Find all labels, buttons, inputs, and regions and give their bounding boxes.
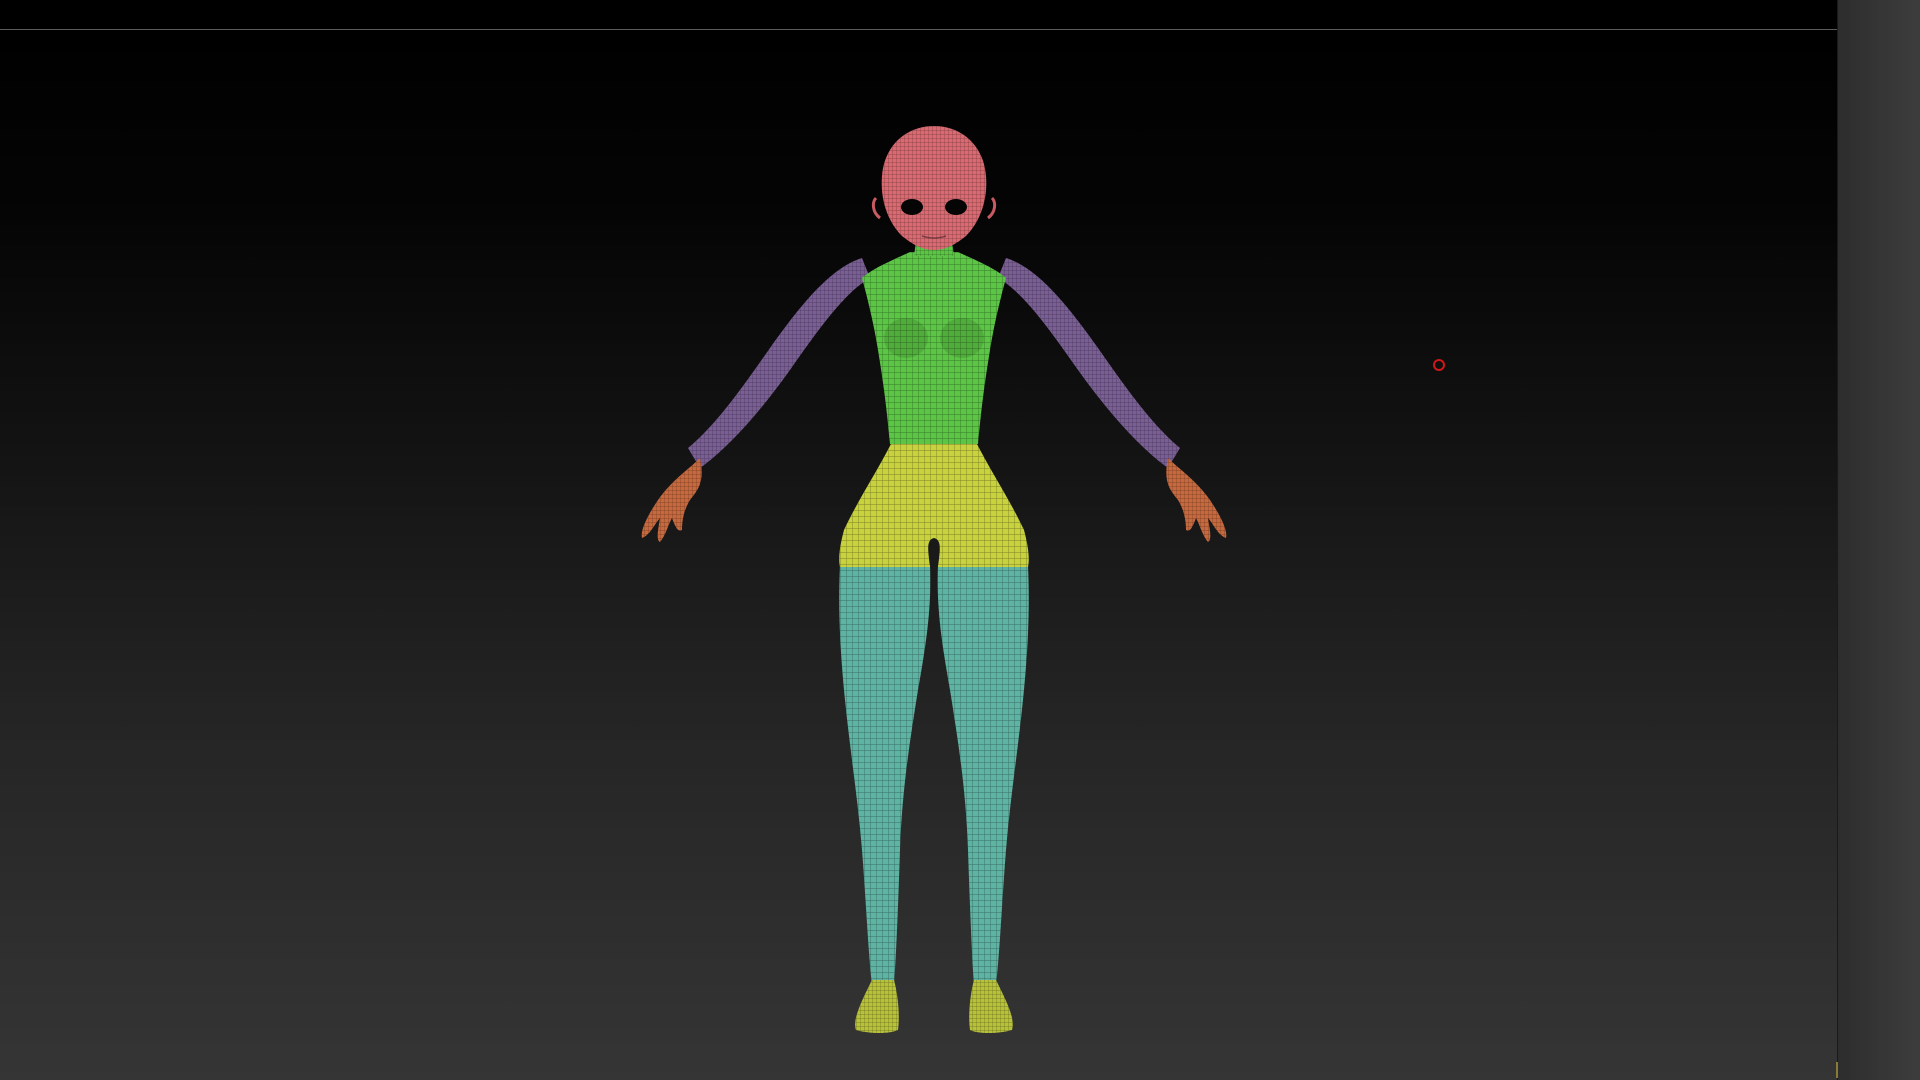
right-tool-shelf[interactable]	[1837, 0, 1920, 1080]
top-toolbar	[0, 0, 1837, 30]
zbrush-window	[0, 0, 1920, 1080]
torso-polygroup	[862, 252, 1006, 444]
shelf-edge-marker	[1836, 1062, 1838, 1078]
hips-polygroup	[839, 442, 1029, 567]
brush-cursor-icon	[1433, 359, 1445, 371]
model-mesh[interactable]	[0, 30, 1837, 1080]
right-eye-socket	[945, 199, 967, 215]
head-polygroup	[871, 126, 997, 250]
left-eye-socket	[901, 199, 923, 215]
canvas-viewport[interactable]	[0, 30, 1837, 1080]
legs-polygroup	[839, 565, 1029, 985]
feet-polygroup	[855, 980, 1013, 1033]
